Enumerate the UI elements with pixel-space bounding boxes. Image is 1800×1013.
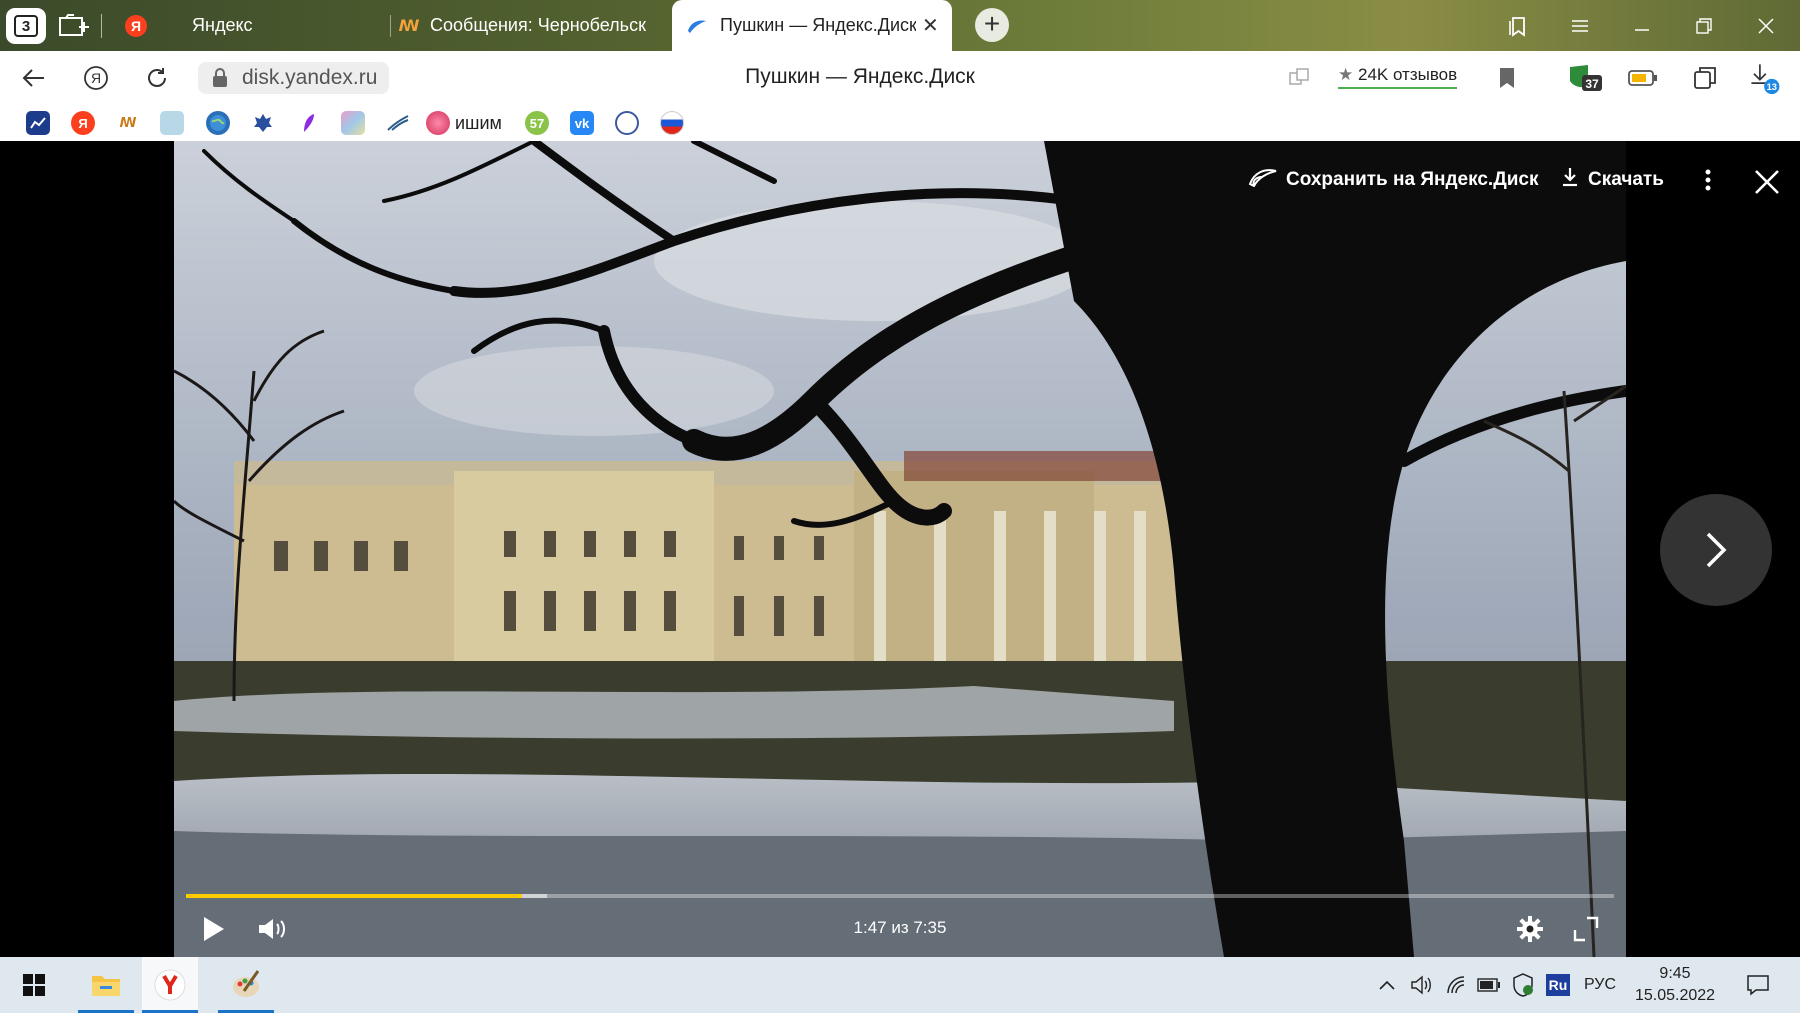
yandex-disk-icon bbox=[686, 15, 708, 37]
paint-icon[interactable] bbox=[218, 957, 274, 1013]
download-icon bbox=[1562, 167, 1578, 193]
tab-label: Сообщения: Чернобельск bbox=[430, 15, 646, 35]
media-viewer: Сохранить на Яндекс.Диск Скачать 1:47 из… bbox=[0, 141, 1800, 957]
battery-saver-icon[interactable] bbox=[1626, 61, 1660, 95]
new-tab-group-icon[interactable] bbox=[54, 8, 94, 44]
tab-yandex[interactable]: Я Яндекс bbox=[125, 0, 385, 51]
url-text: disk.yandex.ru bbox=[242, 66, 378, 89]
battery-icon[interactable] bbox=[1474, 957, 1504, 1013]
bookmark-map-icon[interactable] bbox=[160, 111, 184, 135]
bookmark-ishim-label[interactable]: ишим bbox=[455, 113, 502, 134]
bookmark-seal-icon[interactable] bbox=[615, 111, 639, 135]
lock-icon[interactable] bbox=[206, 64, 234, 92]
language-label: РУС bbox=[1583, 976, 1617, 993]
bookmark-forum-icon[interactable]: ꟿ bbox=[116, 111, 140, 135]
file-explorer-icon[interactable] bbox=[78, 957, 134, 1013]
bookmark-yandex-icon[interactable]: Я bbox=[71, 111, 95, 135]
volume-icon bbox=[259, 919, 285, 939]
taskbar: Ru РУС 9:45 15.05.2022 bbox=[0, 957, 1800, 1013]
tab-count: 3 bbox=[14, 15, 38, 37]
fullscreen-icon bbox=[1573, 916, 1599, 942]
yandex-icon: Я bbox=[125, 14, 147, 37]
fullscreen-button[interactable] bbox=[1568, 911, 1604, 947]
star-icon: ★ bbox=[1338, 65, 1354, 84]
close-window-icon[interactable] bbox=[1736, 0, 1796, 51]
collections-icon[interactable] bbox=[1688, 61, 1722, 95]
bookmark-icon[interactable] bbox=[1490, 61, 1524, 95]
close-tab-icon[interactable]: ✕ bbox=[922, 13, 939, 38]
menu-icon[interactable] bbox=[1550, 0, 1610, 51]
bookmark-grid-icon[interactable] bbox=[341, 111, 365, 135]
tab-strip: 3 Я Яндекс ꟿ Сообщения: Чернобельск Пушк… bbox=[0, 0, 1800, 51]
bookmark-feather-icon[interactable] bbox=[296, 111, 320, 135]
reload-icon[interactable] bbox=[137, 60, 177, 96]
tab-divider bbox=[390, 15, 391, 37]
volume-button[interactable] bbox=[254, 911, 290, 947]
bookmark-chart-icon[interactable] bbox=[26, 111, 50, 135]
download-label: Скачать bbox=[1588, 169, 1664, 190]
wifi-icon[interactable] bbox=[1442, 957, 1472, 1013]
yandex-disk-icon bbox=[1248, 167, 1278, 193]
settings-button[interactable] bbox=[1512, 911, 1548, 947]
page-title: Пушкин — Яндекс.Диск bbox=[745, 65, 975, 88]
ime-label: Ru bbox=[1545, 974, 1571, 996]
bookmark-ishim-icon[interactable] bbox=[426, 111, 450, 135]
address-bar: Я disk.yandex.ru Пушкин — Яндекс.Диск ★ … bbox=[0, 51, 1800, 105]
close-viewer-icon[interactable] bbox=[1750, 165, 1784, 199]
chevron-right-icon bbox=[1706, 532, 1727, 568]
play-icon bbox=[204, 917, 224, 941]
clock-time: 9:45 bbox=[1659, 965, 1691, 982]
tab-separator bbox=[101, 14, 102, 38]
adblock-extension-icon[interactable]: 37 bbox=[1566, 61, 1606, 95]
speaker-icon[interactable] bbox=[1406, 957, 1436, 1013]
reviews-label: 24K отзывов bbox=[1357, 65, 1458, 84]
tab-label: Пушкин — Яндекс.Диск bbox=[720, 15, 916, 35]
vk-icon[interactable]: vk bbox=[570, 111, 594, 135]
tab-label: Яндекс bbox=[192, 15, 253, 35]
russia-flag-icon[interactable] bbox=[660, 111, 684, 135]
tab-messages[interactable]: ꟿ Сообщения: Чернобельск bbox=[398, 0, 658, 51]
notifications-icon[interactable] bbox=[1736, 957, 1780, 1013]
download-button[interactable]: Скачать bbox=[1562, 167, 1664, 193]
url-field[interactable]: disk.yandex.ru bbox=[198, 62, 390, 94]
reviews-link[interactable]: ★ 24K отзывов bbox=[1338, 65, 1458, 89]
more-options-icon[interactable] bbox=[1696, 165, 1720, 195]
chevron-up-icon[interactable] bbox=[1374, 957, 1400, 1013]
tab-yandex-disk[interactable]: Пушкин — Яндекс.Диск ✕ bbox=[672, 0, 952, 51]
bookmarks-bar: Я ꟿ ишим 57 vk bbox=[0, 105, 1800, 141]
windows-start-icon[interactable] bbox=[6, 957, 62, 1013]
gear-icon bbox=[1517, 916, 1543, 942]
yandex-browser-icon[interactable] bbox=[142, 957, 198, 1013]
back-icon[interactable] bbox=[14, 60, 54, 96]
bookmarks-panel-icon[interactable] bbox=[1488, 0, 1548, 51]
video-progress-bar[interactable] bbox=[186, 894, 1614, 898]
tabs-overview-button[interactable]: 3 bbox=[6, 8, 46, 44]
bookmark-green-icon[interactable]: 57 bbox=[525, 111, 549, 135]
clock-date: 15.05.2022 bbox=[1634, 987, 1716, 1004]
translate-icon[interactable] bbox=[1282, 61, 1316, 95]
forum-icon: ꟿ bbox=[398, 17, 420, 35]
yandex-search-icon[interactable]: Я bbox=[76, 60, 116, 96]
save-label: Сохранить на Яндекс.Диск bbox=[1286, 169, 1539, 190]
progress-played bbox=[186, 894, 522, 898]
playback-time: 1:47 из 7:35 bbox=[853, 918, 947, 937]
restore-icon[interactable] bbox=[1674, 0, 1734, 51]
downloads-badge: 13 bbox=[1767, 82, 1777, 92]
bookmark-globe-icon[interactable] bbox=[206, 111, 230, 135]
security-shield-icon[interactable] bbox=[1508, 957, 1538, 1013]
bookmark-wings-icon[interactable] bbox=[386, 111, 410, 135]
svg-text:Я: Я bbox=[91, 70, 101, 86]
play-button[interactable] bbox=[196, 911, 232, 947]
bookmark-emblem-icon[interactable] bbox=[251, 111, 275, 135]
ime-indicator[interactable]: Ru bbox=[1544, 957, 1572, 1013]
new-tab-button[interactable]: + bbox=[975, 8, 1009, 42]
language-indicator[interactable]: РУС bbox=[1578, 957, 1622, 1013]
video-frame[interactable] bbox=[174, 141, 1626, 957]
system-clock[interactable]: 9:45 15.05.2022 bbox=[1630, 963, 1720, 1007]
save-to-disk-button[interactable]: Сохранить на Яндекс.Диск bbox=[1248, 167, 1539, 193]
extension-badge: 37 bbox=[1585, 77, 1599, 91]
minimize-icon[interactable] bbox=[1612, 0, 1672, 51]
next-item-button[interactable] bbox=[1660, 494, 1772, 606]
downloads-icon[interactable]: 13 bbox=[1748, 61, 1782, 95]
